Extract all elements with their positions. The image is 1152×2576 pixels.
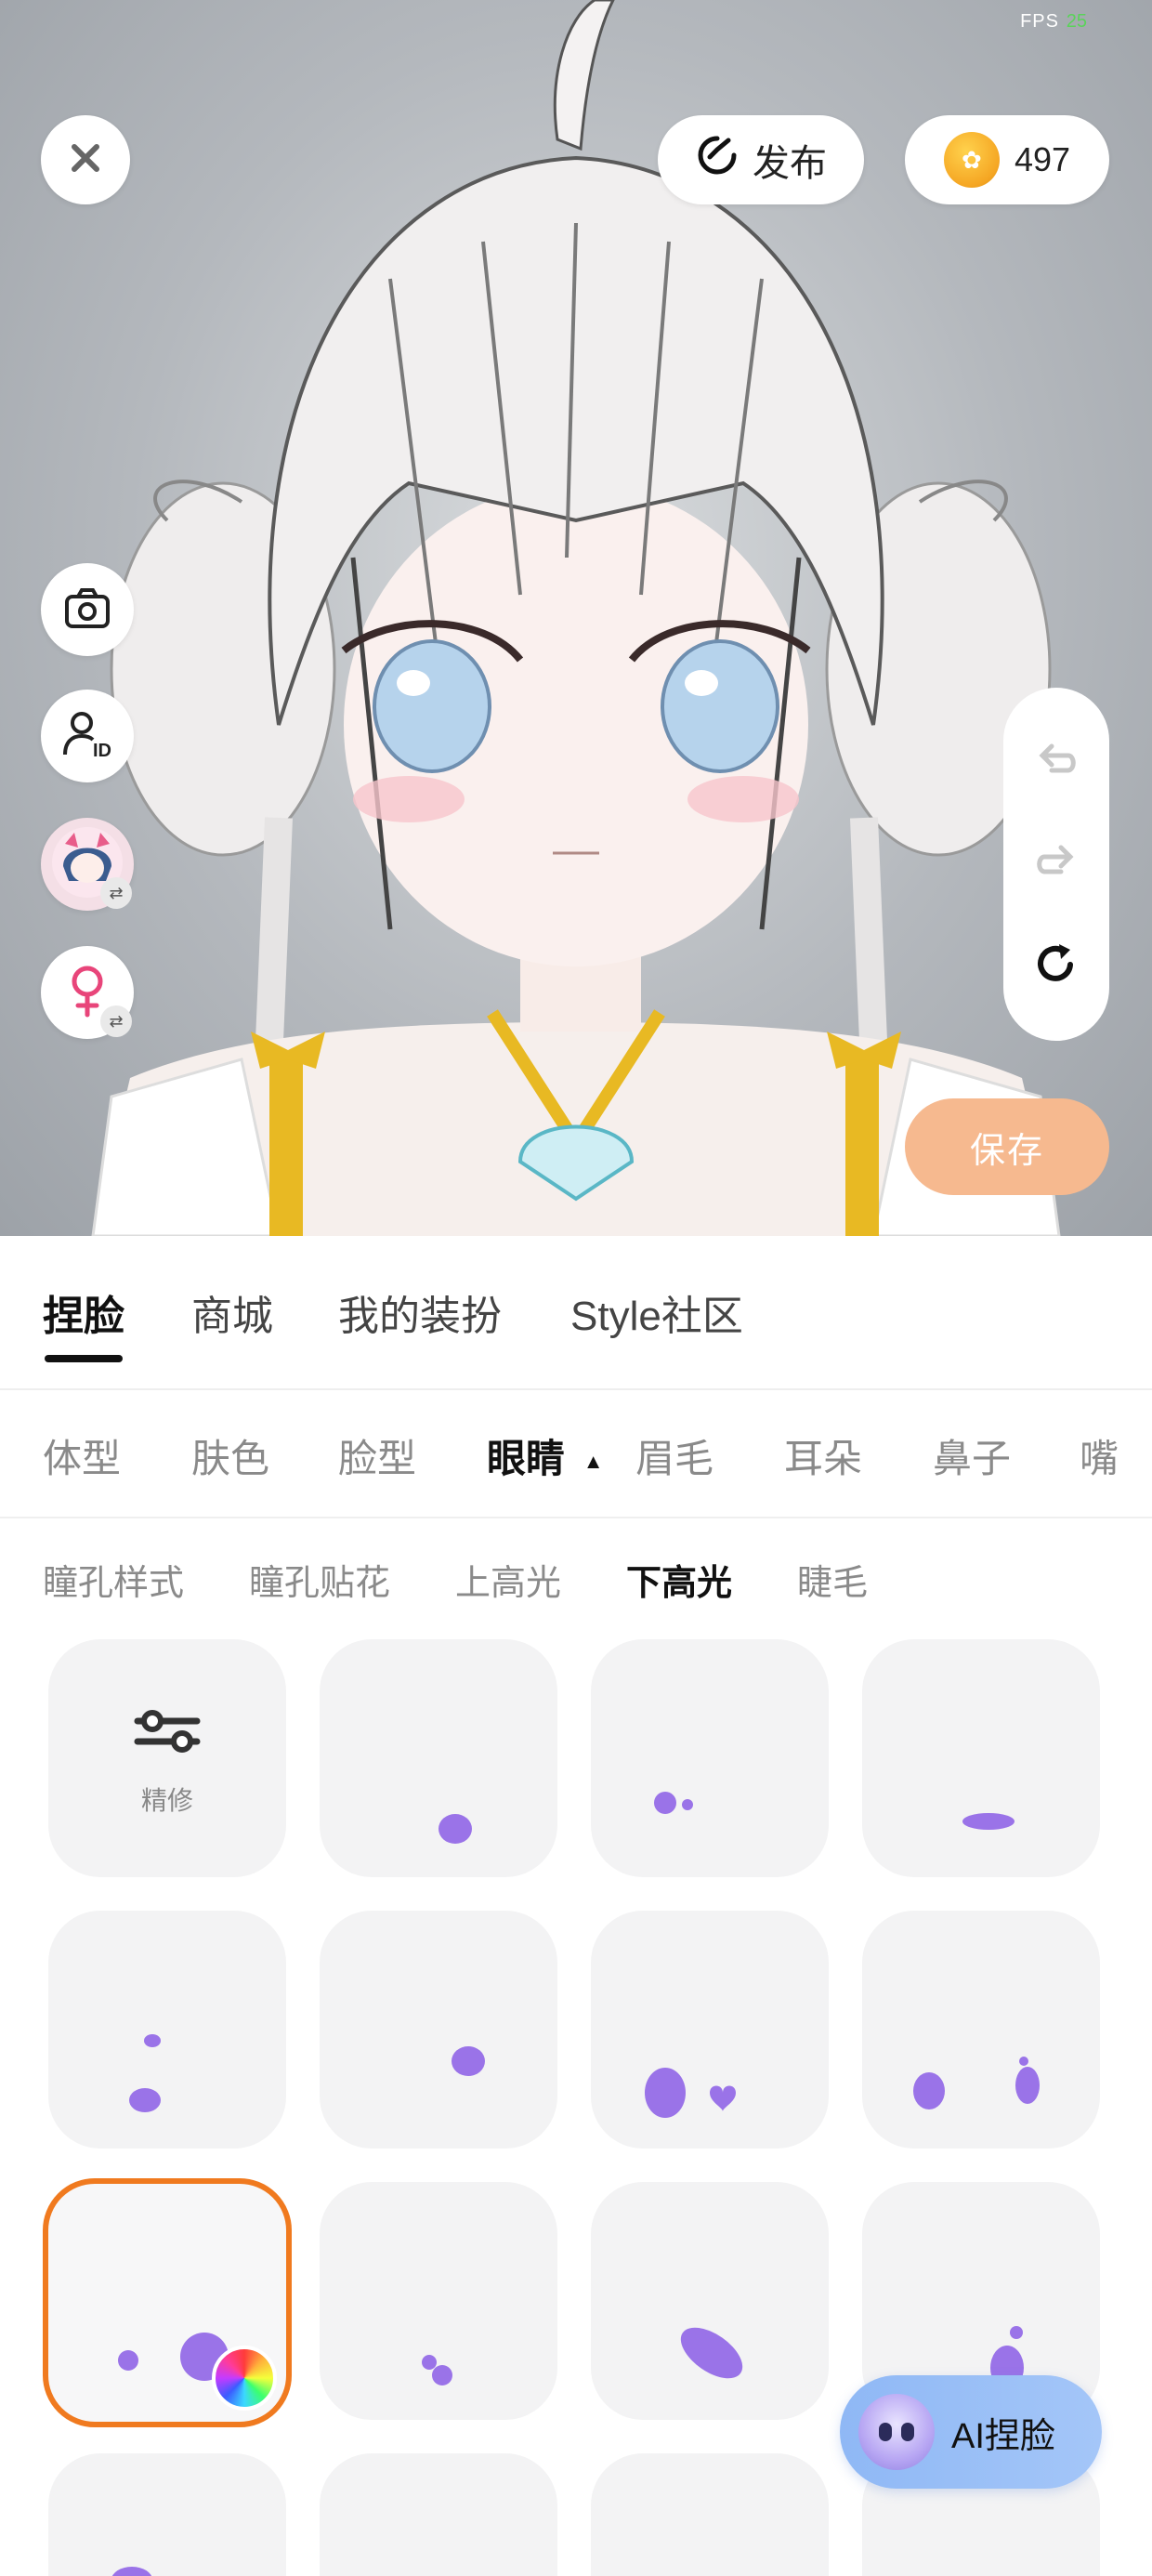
- history-panel: [1003, 688, 1109, 1041]
- close-button[interactable]: [41, 115, 130, 204]
- undo-icon[interactable]: [1033, 735, 1080, 786]
- svg-text:ID: ID: [93, 741, 111, 761]
- category-face-shape[interactable]: 脸型: [338, 1427, 416, 1484]
- highlight-option[interactable]: [591, 2453, 829, 2576]
- tab-my-outfits[interactable]: 我的装扮: [338, 1282, 502, 1342]
- tab-shop[interactable]: 商城: [191, 1282, 273, 1342]
- category-eyebrows[interactable]: 眉毛: [635, 1427, 713, 1484]
- category-bar: 体型 肤色 脸型 眼睛 ▲ 眉毛 耳朵 鼻子 嘴: [0, 1390, 1152, 1518]
- publish-button[interactable]: 发布: [658, 115, 864, 204]
- gender-button[interactable]: ⇄: [41, 946, 134, 1039]
- camera-icon: [61, 582, 113, 638]
- switch-avatar-button[interactable]: ⇄: [41, 818, 134, 911]
- highlight-option[interactable]: [320, 1639, 557, 1877]
- swap-icon: ⇄: [100, 1005, 132, 1037]
- close-icon: [67, 139, 104, 181]
- highlight-option[interactable]: [320, 2453, 557, 2576]
- publish-label: 发布: [753, 143, 827, 184]
- highlight-option-selected[interactable]: [43, 2178, 292, 2427]
- redo-icon[interactable]: [1033, 836, 1080, 887]
- subtab-eyelashes[interactable]: 睫毛: [797, 1554, 868, 1605]
- refine-option[interactable]: 精修: [48, 1639, 286, 1877]
- save-button[interactable]: 保存: [905, 1098, 1109, 1195]
- subtab-pupil-decal[interactable]: 瞳孔贴花: [249, 1554, 390, 1605]
- swap-icon: ⇄: [100, 877, 132, 909]
- main-tab-bar: 捏脸 商城 我的装扮 Style社区: [0, 1236, 1152, 1390]
- highlight-option[interactable]: [591, 1639, 829, 1877]
- highlight-option[interactable]: [320, 2182, 557, 2420]
- ai-robot-icon: [858, 2394, 935, 2470]
- active-tab-indicator: [45, 1355, 123, 1362]
- highlight-option[interactable]: [320, 1911, 557, 2149]
- category-nose[interactable]: 鼻子: [933, 1427, 1011, 1484]
- tab-style-community[interactable]: Style社区: [570, 1282, 743, 1342]
- refresh-icon[interactable]: [1031, 939, 1081, 993]
- subtab-upper-highlight[interactable]: 上高光: [455, 1554, 561, 1605]
- coin-balance[interactable]: ✿ 497: [905, 115, 1109, 204]
- subtab-lower-highlight[interactable]: 下高光: [626, 1554, 732, 1605]
- coin-icon: ✿: [943, 132, 1000, 188]
- fps-label: FPS: [1020, 11, 1059, 32]
- highlight-option[interactable]: [862, 1639, 1100, 1877]
- highlight-option[interactable]: [48, 2453, 286, 2576]
- subtab-pupil-style[interactable]: 瞳孔样式: [43, 1554, 184, 1605]
- ai-face-button[interactable]: AI捏脸: [840, 2375, 1102, 2489]
- highlight-option[interactable]: [591, 1911, 829, 2149]
- camera-button[interactable]: [41, 563, 134, 656]
- fps-value: 25: [1066, 11, 1087, 32]
- highlight-option[interactable]: [591, 2182, 829, 2420]
- caret-up-icon: ▲: [583, 1449, 604, 1473]
- tab-face-edit[interactable]: 捏脸: [43, 1282, 124, 1342]
- category-eyes-label: 眼睛: [487, 1437, 566, 1480]
- avatar-preview[interactable]: FPS 25 发布 ✿ 497 ID ⇄ ⇄ 保存: [0, 0, 1152, 1236]
- category-ears[interactable]: 耳朵: [784, 1427, 862, 1484]
- category-mouth[interactable]: 嘴: [1080, 1427, 1119, 1484]
- color-picker-icon[interactable]: [212, 2346, 277, 2411]
- refine-label: 精修: [140, 1786, 193, 1815]
- sub-tab-bar: 瞳孔样式 瞳孔贴花 上高光 下高光 睫毛: [0, 1518, 1152, 1639]
- publish-icon: [695, 133, 740, 187]
- id-card-button[interactable]: ID: [41, 690, 134, 782]
- user-id-icon: ID: [59, 706, 115, 767]
- ai-face-label: AI捏脸: [951, 2416, 1055, 2456]
- highlight-option[interactable]: [862, 1911, 1100, 2149]
- coin-count: 497: [1014, 140, 1071, 178]
- category-body[interactable]: 体型: [43, 1427, 121, 1484]
- category-skin[interactable]: 肤色: [191, 1427, 269, 1484]
- highlight-option[interactable]: [48, 1911, 286, 2149]
- category-eyes[interactable]: 眼睛 ▲: [487, 1427, 603, 1484]
